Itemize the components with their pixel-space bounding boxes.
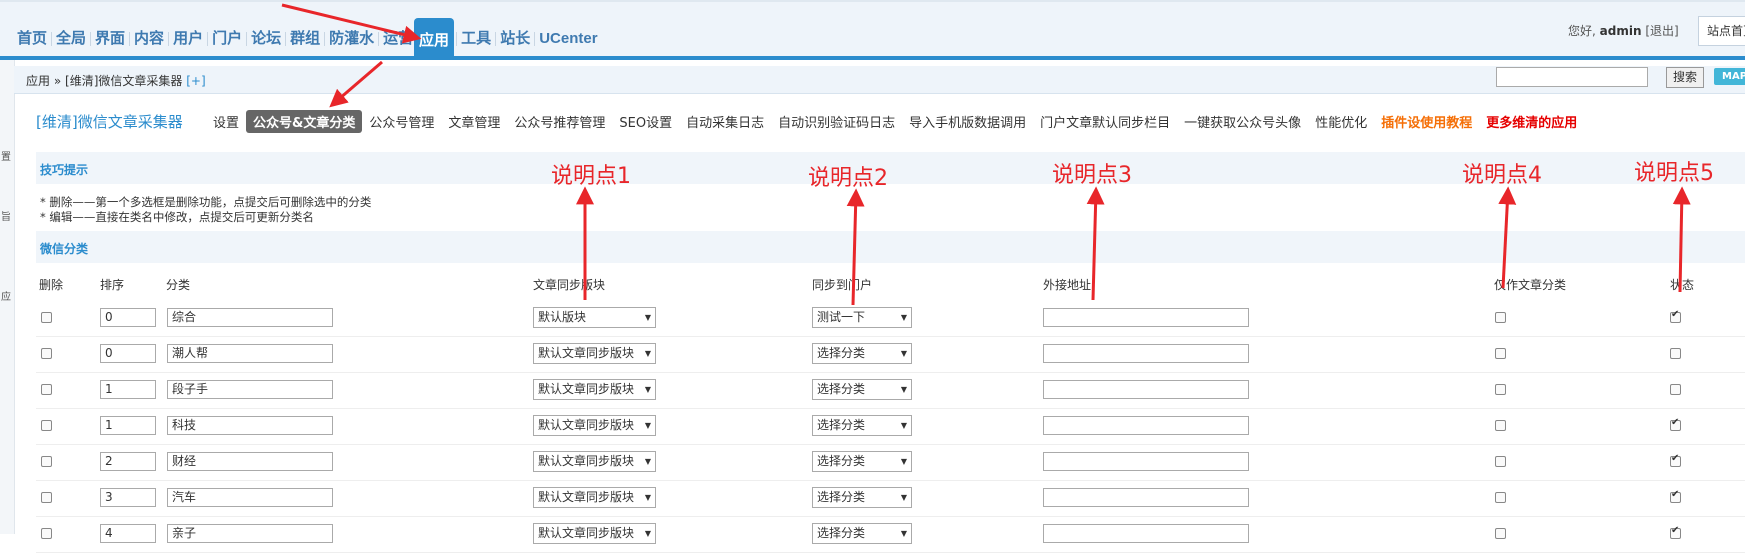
arrow-line [281, 3, 422, 44]
arrow-line [1086, 186, 1105, 301]
annotation-arrows [281, 3, 1691, 306]
arrow-line [329, 60, 383, 108]
arrow-line [1498, 186, 1517, 289]
arrow-line [1672, 186, 1691, 293]
arrow-line [846, 188, 865, 306]
